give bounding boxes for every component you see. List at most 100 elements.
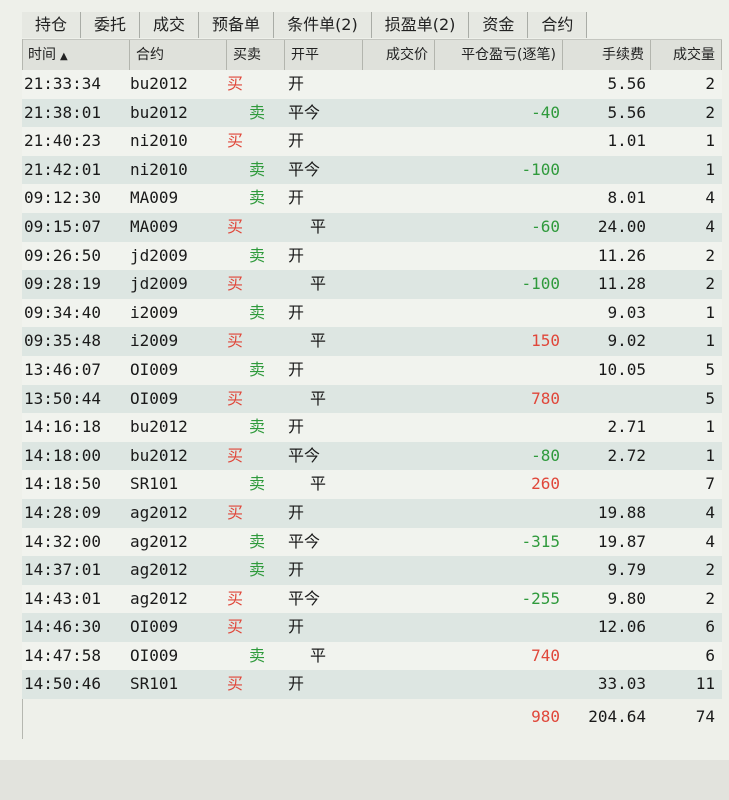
table-row[interactable]: 13:50:44 OI009 买 平 780 5: [22, 384, 722, 414]
tab-conditional[interactable]: 条件单(2): [274, 12, 372, 38]
cell-time: 14:16:18: [24, 417, 102, 437]
cell-fee: 33.03: [597, 674, 646, 694]
table-row[interactable]: 14:28:09 ag2012 买 开 19.88 4: [22, 498, 722, 528]
col-buy-sell[interactable]: 买卖: [227, 40, 285, 70]
cell-time: 14:37:01: [24, 560, 102, 580]
cell-fee: 24.00: [597, 216, 646, 236]
cell-volume: 4: [705, 502, 715, 522]
cell-pnl: [452, 670, 560, 699]
cell-pnl: -100: [521, 274, 560, 294]
cell-pnl: [452, 499, 560, 528]
cell-contract: ni2010: [130, 159, 188, 179]
table-row[interactable]: 09:26:50 jd2009 卖开 11.26 2: [22, 241, 722, 271]
col-time[interactable]: 时间 ▲: [22, 40, 130, 70]
cell-open-close: 平今: [288, 159, 321, 179]
tab-positions[interactable]: 持仓: [22, 12, 82, 38]
cell-pnl: [452, 127, 560, 156]
cell-time: 14:18:50: [24, 474, 102, 494]
cell-contract: bu2012: [130, 445, 188, 465]
cell-contract: bu2012: [130, 74, 188, 93]
tab-trades[interactable]: 成交: [140, 12, 200, 38]
table-row[interactable]: 14:47:58 OI009 卖平 740 6: [22, 641, 722, 671]
table-row[interactable]: 21:40:23 ni2010 买 开 1.01 1: [22, 127, 722, 156]
tab-stop-profit[interactable]: 损盈单(2): [371, 12, 470, 38]
cell-contract: jd2009: [130, 245, 188, 265]
cell-volume: 7: [705, 474, 715, 494]
table-row[interactable]: 14:16:18 bu2012 卖开 2.71 1: [22, 413, 722, 442]
cell-volume: 2: [705, 74, 715, 93]
col-fee[interactable]: 手续费: [563, 40, 651, 70]
cell-fee: 19.88: [597, 502, 646, 522]
cell-pnl: 260: [531, 474, 560, 494]
cell-volume: 1: [705, 445, 715, 465]
cell-contract: OI009: [130, 645, 179, 665]
col-time-label: 时间: [28, 47, 56, 63]
cell-pnl: [452, 184, 560, 213]
tab-preorders[interactable]: 预备单: [199, 12, 275, 38]
cell-fee: 10.05: [597, 359, 646, 379]
table-row[interactable]: 21:42:01 ni2010 卖平今 -100 1: [22, 155, 722, 185]
cell-open-close: 开: [288, 502, 305, 522]
cell-time: 14:47:58: [24, 645, 102, 665]
cell-time: 09:26:50: [24, 245, 102, 265]
cell-fee: 9.02: [607, 331, 646, 351]
cell-time: 09:15:07: [24, 216, 102, 236]
cell-volume: 1: [705, 131, 715, 151]
cell-fee: 1.01: [607, 131, 646, 151]
cell-fee: 8.01: [607, 188, 646, 208]
table-row[interactable]: 14:32:00 ag2012 卖平今 -315 19.87 4: [22, 527, 722, 557]
cell-time: 13:50:44: [24, 388, 102, 408]
cell-pnl: -40: [531, 102, 560, 122]
col-volume[interactable]: 成交量: [651, 40, 722, 70]
table-row[interactable]: 14:43:01 ag2012 买 平今 -255 9.80 2: [22, 584, 722, 614]
cell-buy-sell: 买: [227, 388, 244, 408]
cell-open-close: 开: [288, 131, 305, 151]
cell-open-close: 平今: [288, 102, 321, 122]
table-row[interactable]: 09:35:48 i2009 买 平 150 9.02 1: [22, 327, 722, 356]
table-row[interactable]: 09:12:30 MA009 卖开 8.01 4: [22, 184, 722, 213]
cell-contract: MA009: [130, 188, 179, 208]
cell-time: 21:33:34: [24, 74, 102, 93]
tab-contracts[interactable]: 合约: [528, 12, 588, 38]
cell-open-close: 开: [288, 417, 305, 437]
col-price[interactable]: 成交价: [363, 40, 435, 70]
cell-time: 14:18:00: [24, 445, 102, 465]
cell-pnl: [452, 70, 560, 99]
cell-pnl: 150: [531, 331, 560, 351]
table-row[interactable]: 09:34:40 i2009 卖开 9.03 1: [22, 298, 722, 328]
table-row[interactable]: 14:18:00 bu2012 买 平今 -80 2.72 1: [22, 441, 722, 471]
table-row[interactable]: 14:37:01 ag2012 卖开 9.79 2: [22, 556, 722, 585]
cell-open-close: 平: [310, 274, 327, 294]
cell-pnl: 740: [531, 645, 560, 665]
table-row[interactable]: 09:28:19 jd2009 买 平 -100 11.28 2: [22, 270, 722, 299]
cell-fee: 5.56: [607, 74, 646, 93]
col-open-close[interactable]: 开平: [285, 40, 363, 70]
cell-buy-sell: 买: [227, 74, 244, 93]
cell-fee: 2.71: [607, 417, 646, 437]
cell-volume: 4: [705, 216, 715, 236]
table-row[interactable]: 21:33:34 bu2012 买 开 5.56 2: [22, 70, 722, 99]
cell-fee: [562, 156, 646, 185]
cell-time: 14:43:01: [24, 588, 102, 608]
cell-time: 21:40:23: [24, 131, 102, 151]
table-row[interactable]: 14:50:46 SR101 买 开 33.03 11: [22, 670, 722, 700]
tab-funds[interactable]: 资金: [469, 12, 529, 38]
total-pnl: 980: [531, 707, 560, 726]
cell-fee: 11.28: [597, 274, 646, 294]
table-row[interactable]: 14:18:50 SR101 卖平 260 7: [22, 470, 722, 499]
table-row[interactable]: 14:46:30 OI009 买 开 12.06 6: [22, 613, 722, 642]
col-pnl[interactable]: 平仓盈亏(逐笔): [435, 40, 563, 70]
table-row[interactable]: 13:46:07 OI009 卖开 10.05 5: [22, 355, 722, 385]
cell-contract: i2009: [130, 331, 179, 351]
cell-time: 14:32:00: [24, 531, 102, 551]
cell-volume: 2: [705, 102, 715, 122]
table-row[interactable]: 21:38:01 bu2012 卖平今 -40 5.56 2: [22, 98, 722, 128]
col-contract[interactable]: 合约: [130, 40, 227, 70]
cell-volume: 4: [705, 188, 715, 208]
cell-contract: i2009: [130, 302, 179, 322]
cell-open-close: 平: [310, 331, 327, 351]
tab-orders[interactable]: 委托: [81, 12, 141, 38]
cell-open-close: 平: [310, 645, 327, 665]
table-row[interactable]: 09:15:07 MA009 买 平 -60 24.00 4: [22, 212, 722, 242]
cell-volume: 1: [705, 417, 715, 437]
